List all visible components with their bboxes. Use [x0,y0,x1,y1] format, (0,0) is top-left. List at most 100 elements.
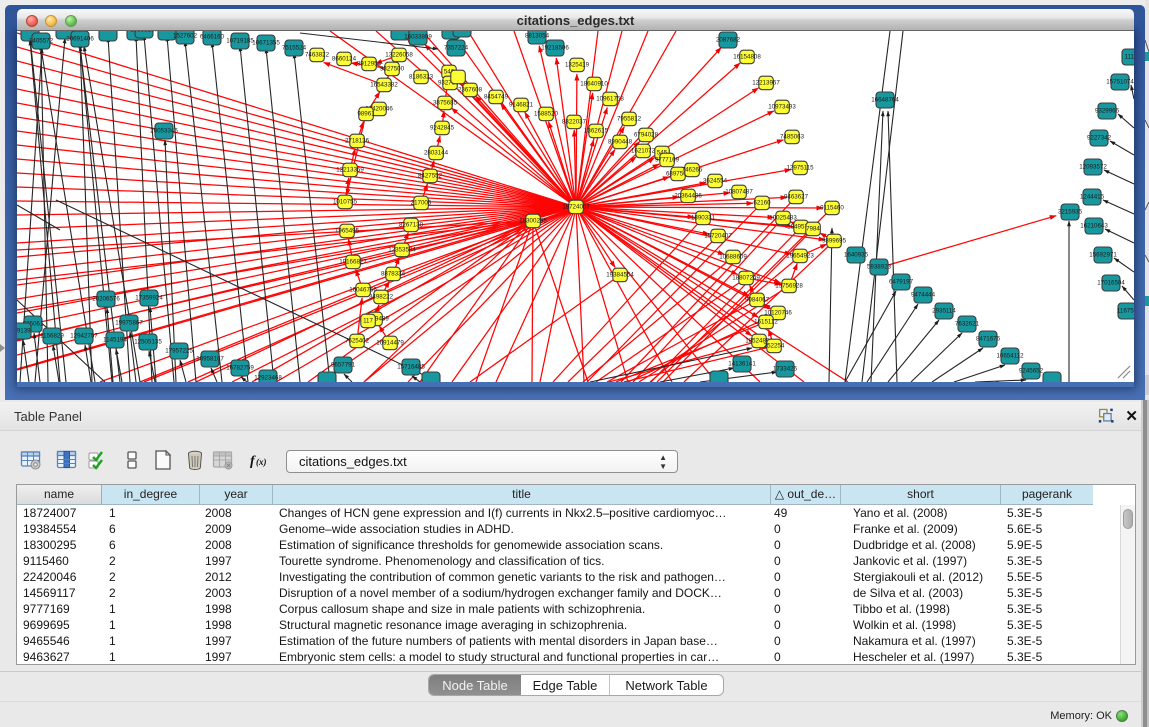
svg-text:8878334: 8878334 [381,271,406,278]
svg-text:1733426: 1733426 [773,366,798,373]
svg-text:10025483: 10025483 [769,215,797,222]
svg-text:16543382: 16543382 [370,82,398,89]
svg-text:1010755: 1010755 [333,199,358,206]
svg-text:746266: 746266 [682,167,703,174]
svg-text:18300295: 18300295 [519,218,547,225]
svg-text:7357224: 7357224 [444,45,469,52]
svg-text:12975115: 12975115 [786,165,814,172]
svg-text:10654112: 10654112 [996,353,1024,360]
svg-text:12213369: 12213369 [336,167,364,174]
svg-text:17016504: 17016504 [1097,280,1125,287]
svg-text:9899695: 9899695 [822,238,847,245]
svg-text:10671355: 10671355 [252,40,280,47]
svg-text:10958107: 10958107 [196,356,224,363]
svg-text:8454749: 8454749 [484,94,509,101]
svg-text:10961758: 10961758 [596,96,624,103]
svg-text:8471676: 8471676 [976,336,1001,343]
svg-text:9777169: 9777169 [655,157,680,164]
svg-text:12093572: 12093572 [1079,164,1107,171]
svg-text:19756928: 19756928 [775,283,803,290]
svg-text:20691406: 20691406 [66,36,94,43]
svg-text:8427552: 8427552 [418,173,443,180]
svg-text:12923468: 12923468 [254,375,282,382]
svg-text:1527602: 1527602 [173,33,198,40]
svg-text:17957225: 17957225 [165,348,193,355]
svg-text:9329966: 9329966 [1095,108,1120,115]
svg-text:12942757: 12942757 [70,333,98,340]
svg-text:3875685: 3875685 [433,100,458,107]
svg-text:8813054: 8813054 [525,33,550,40]
svg-text:252254: 252254 [764,343,785,350]
svg-text:8186323: 8186323 [409,74,434,81]
svg-text:2803144: 2803144 [424,150,449,157]
svg-text:1244415: 1244415 [1080,194,1105,201]
svg-text:8822037: 8822037 [562,119,587,126]
svg-text:9084067: 9084067 [745,297,770,304]
svg-text:1362615: 1362615 [584,128,609,135]
svg-text:7632621: 7632621 [955,321,980,328]
svg-text:39139: 39139 [17,328,31,335]
svg-text:19384554: 19384554 [606,272,634,279]
svg-text:16210643: 16210643 [1080,223,1108,230]
svg-text:7984: 7984 [806,226,820,233]
svg-text:1621072: 1621072 [631,148,656,155]
svg-text:1156829: 1156829 [40,333,64,340]
svg-text:10973493: 10973493 [768,104,796,111]
svg-text:16914479: 16914479 [376,340,404,347]
svg-text:9657791: 9657791 [331,362,356,369]
svg-text:15751074: 15751074 [1106,79,1134,86]
svg-text:2087682: 2087682 [716,37,741,44]
svg-text:9245652: 9245652 [1019,368,1044,375]
svg-text:16154808: 16154808 [733,54,761,61]
svg-text:13226058: 13226058 [385,52,413,59]
svg-text:2718126: 2718126 [345,138,370,145]
svg-text:1965495: 1965495 [335,228,360,235]
svg-text:10719185: 10719185 [226,38,254,45]
svg-text:20053346: 20053346 [150,128,178,135]
svg-text:9227342: 9227342 [1087,135,1112,142]
svg-text:62160: 62160 [753,200,771,207]
svg-text:1112: 1112 [1125,54,1134,61]
svg-text:1145194: 1145194 [103,337,127,344]
svg-text:20364436: 20364436 [674,193,702,200]
svg-text:15716485: 15716485 [397,364,425,371]
svg-text:7515524: 7515524 [282,45,307,52]
svg-text:12213967: 12213967 [752,80,780,87]
svg-text:7485063: 7485063 [780,134,805,141]
svg-text:9463627: 9463627 [784,194,809,201]
svg-text:217006: 217006 [411,200,432,207]
svg-text:16782759: 16782759 [226,365,254,372]
svg-text:10688609: 10688609 [719,254,747,261]
svg-text:19166827: 19166827 [339,259,367,266]
svg-text:3498222: 3498222 [369,294,394,301]
svg-text:9474444: 9474444 [911,292,936,299]
svg-text:10807487: 10807487 [725,189,753,196]
svg-text:18807249: 18807249 [732,275,760,282]
svg-text:2367608: 2367608 [458,87,483,94]
svg-text:17359924: 17359924 [135,295,163,302]
svg-text:6794028: 6794028 [634,132,659,139]
svg-text:2935114: 2935114 [932,308,956,315]
svg-text:9115460: 9115460 [820,205,844,212]
svg-text:7955812: 7955812 [617,116,642,123]
svg-text:15720407: 15720407 [704,233,732,240]
svg-text:6479197: 6479197 [889,279,914,286]
svg-text:16648764: 16648764 [871,97,899,104]
svg-text:1405572: 1405572 [29,38,54,45]
svg-text:12505135: 12505135 [134,339,162,346]
svg-text:98961: 98961 [357,111,375,118]
svg-text:19975867: 19975867 [115,320,143,327]
svg-text:16046766: 16046766 [349,287,377,294]
svg-text:1640935: 1640935 [844,252,869,259]
svg-text:3624554: 3624554 [703,178,728,185]
svg-text:8990448: 8990448 [608,139,633,146]
svg-text:5938923: 5938923 [867,264,892,271]
svg-text:19654923: 19654923 [786,253,814,260]
svg-text:1588520: 1588520 [534,111,559,118]
svg-text:1890331: 1890331 [691,215,716,222]
svg-text:9242845: 9242845 [430,125,455,132]
svg-text:18724007: 18724007 [562,204,590,211]
svg-text:14136141: 14136141 [728,361,756,368]
svg-text:7625402: 7625402 [345,338,370,345]
svg-text:20206576: 20206576 [92,296,120,303]
